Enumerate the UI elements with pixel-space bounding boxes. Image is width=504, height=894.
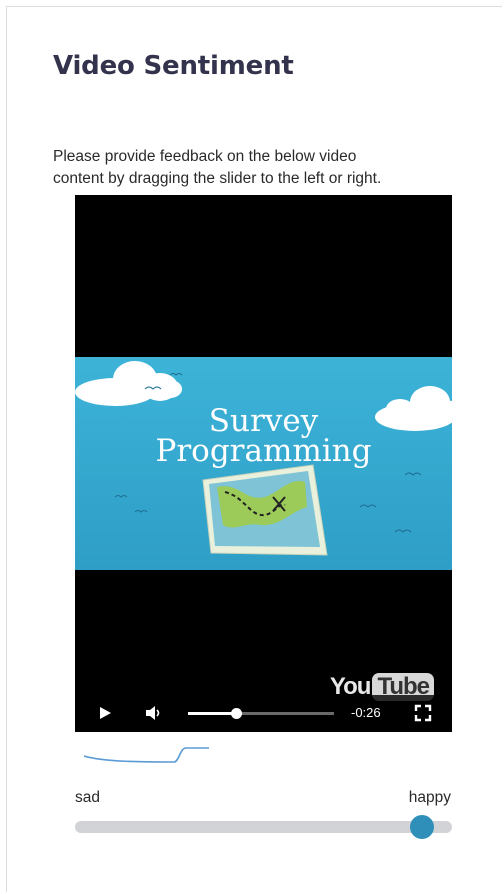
- volume-icon: [146, 706, 160, 720]
- treasure-map-illustration: [202, 464, 328, 556]
- volume-button[interactable]: [143, 703, 163, 723]
- instructions-line-2: content by dragging the slider to the le…: [53, 170, 382, 187]
- sentiment-slider-handle[interactable]: [409, 815, 434, 839]
- sentiment-trace: [84, 747, 209, 763]
- question-title: Video Sentiment: [53, 51, 294, 81]
- slider-label-sad: sad: [75, 789, 100, 806]
- video-controls-bar: -0:26: [75, 695, 452, 732]
- fullscreen-button[interactable]: [413, 703, 433, 723]
- thumbnail-title-line-2: Programming: [155, 433, 372, 469]
- play-button[interactable]: [95, 703, 115, 723]
- video-player[interactable]: Survey Programming You Tube -0:26: [75, 195, 452, 732]
- video-progress-fill: [188, 712, 237, 715]
- sentiment-slider[interactable]: [75, 815, 452, 839]
- video-thumbnail[interactable]: Survey Programming: [75, 357, 452, 570]
- fullscreen-icon: [414, 704, 432, 722]
- video-progress-bar[interactable]: [188, 708, 334, 719]
- video-progress-handle[interactable]: [231, 708, 243, 719]
- play-icon: [100, 707, 111, 719]
- slider-label-happy: happy: [408, 789, 451, 806]
- instructions-line-1: Please provide feedback on the below vid…: [53, 148, 357, 165]
- question-instructions: Please provide feedback on the below vid…: [53, 146, 473, 190]
- time-remaining: -0:26: [351, 705, 381, 720]
